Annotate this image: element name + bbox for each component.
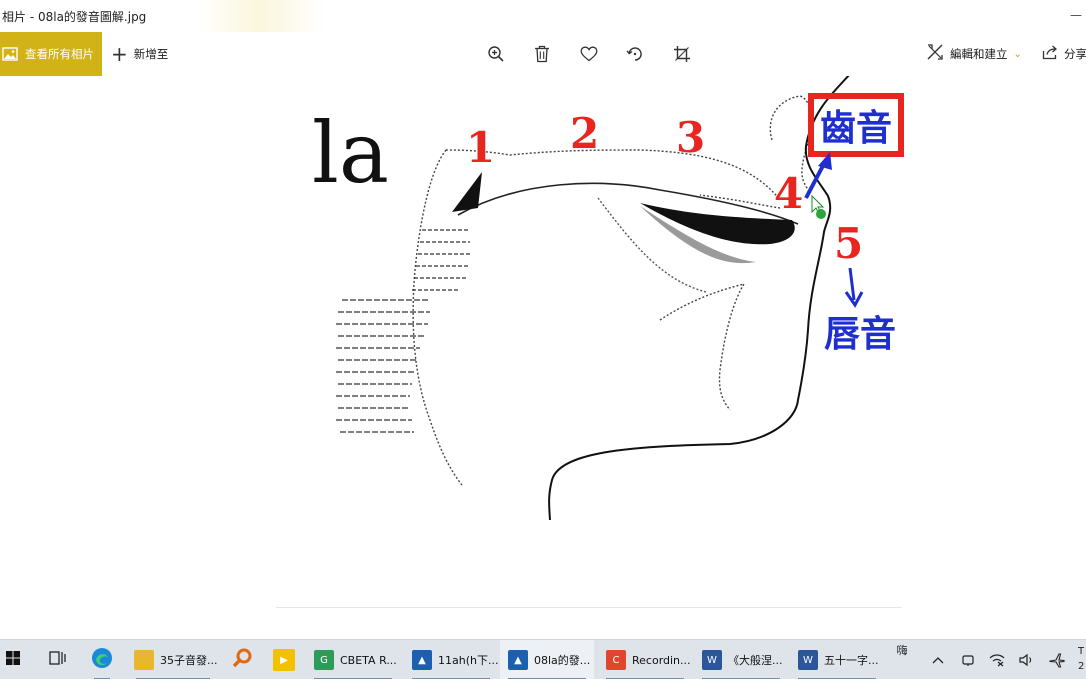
task-view-icon	[48, 650, 66, 670]
trash-icon[interactable]	[531, 43, 553, 65]
folder-icon	[134, 650, 154, 670]
start-button[interactable]	[0, 640, 26, 679]
mouse-cursor-icon	[811, 194, 826, 219]
share-icon	[1042, 44, 1058, 64]
filmstrip-divider	[276, 607, 902, 608]
taskbar-folder-label: 35子音發...	[160, 654, 218, 667]
marker-2: 2	[570, 109, 599, 158]
plus-icon: +	[111, 42, 128, 66]
taskbar-photos-11ah-label: 11ah(h下...	[438, 654, 499, 667]
taskbar-photos-08la-label: 08la的發...	[534, 654, 591, 667]
taskbar: 35子音發... ▶ G CBETA R... ▲ 11ah(h下... ▲ 0…	[0, 639, 1086, 679]
marker-1: 1	[466, 123, 495, 172]
word-icon: W	[702, 650, 722, 670]
marker-4: 4	[774, 169, 803, 218]
share-button[interactable]: 分享	[1042, 44, 1086, 64]
zoom-in-icon[interactable]	[485, 43, 507, 65]
system-clock[interactable]: T 2	[1078, 644, 1086, 674]
network-disconnected-icon[interactable]	[986, 640, 1008, 679]
clock-date: 2	[1078, 661, 1085, 672]
labial-arrow-line	[848, 267, 856, 301]
clock-time: T	[1078, 646, 1085, 657]
volume-icon[interactable]	[1016, 640, 1038, 679]
crop-icon[interactable]	[671, 43, 693, 65]
search-magnifier-icon	[231, 647, 253, 673]
player-icon: ▶	[273, 649, 295, 671]
edit-tools-icon	[926, 43, 944, 65]
windows-start-icon	[5, 650, 21, 670]
taskbar-cbeta-label: CBETA R...	[340, 653, 397, 667]
nasal-cavity-outline	[445, 149, 781, 201]
view-all-photos-button[interactable]: 查看所有相片	[0, 32, 102, 76]
word-icon: W	[798, 650, 818, 670]
marker-5: 5	[834, 219, 863, 268]
airplane-mode-icon[interactable]	[1046, 640, 1068, 679]
taskbar-player[interactable]: ▶	[268, 640, 300, 679]
share-label: 分享	[1064, 47, 1086, 61]
recorder-icon: C	[606, 650, 626, 670]
task-view-button[interactable]	[44, 640, 70, 679]
chevron-down-icon: ⌄	[1013, 48, 1022, 60]
taskbar-word-1[interactable]: W 《大般涅...	[694, 640, 788, 679]
dental-label: 齒音	[820, 107, 892, 149]
add-to-label: 新增至	[133, 47, 169, 61]
taskbar-word-2[interactable]: W 五十一字...	[790, 640, 884, 679]
lower-jaw-outline	[659, 282, 746, 411]
rotate-icon[interactable]	[624, 43, 646, 65]
velum-hatching	[412, 229, 470, 291]
taskbar-folder[interactable]: 35子音發...	[128, 640, 218, 679]
throat-hatching	[336, 299, 430, 433]
ime-indicator[interactable]: 嗨	[890, 640, 914, 679]
chevron-up-icon[interactable]	[928, 640, 948, 679]
view-all-photos-label: 查看所有相片	[25, 47, 94, 61]
syllable-text: la	[312, 104, 389, 202]
picture-icon	[2, 47, 18, 61]
labial-label: 唇音	[824, 313, 896, 355]
add-to-button[interactable]: + 新增至	[111, 44, 168, 64]
minimize-button[interactable]: —	[1070, 8, 1082, 22]
edit-and-create-button[interactable]: 編輯和建立 ⌄	[926, 44, 1022, 64]
meet-now-icon[interactable]	[958, 640, 978, 679]
taskbar-word-1-label: 《大般涅...	[728, 654, 783, 667]
photo-viewer[interactable]: la 1 2 3 4 5 齒音 唇音	[0, 76, 1086, 638]
taskbar-recorder-label: Recordin...	[632, 653, 691, 667]
taskbar-word-2-label: 五十一字...	[824, 654, 879, 667]
title-bar: 相片 - 08la的發音圖解.jpg —	[0, 0, 1086, 32]
pronunciation-diagram: la 1 2 3 4 5 齒音 唇音	[312, 76, 904, 521]
taskbar-cbeta[interactable]: G CBETA R...	[306, 640, 400, 679]
edge-browser-icon	[91, 647, 113, 673]
taskbar-search[interactable]	[226, 640, 258, 679]
photos-icon: ▲	[412, 650, 432, 670]
velum-marker	[452, 172, 482, 212]
marker-3: 3	[676, 113, 705, 162]
taskbar-edge[interactable]	[86, 640, 118, 679]
cbeta-icon: G	[314, 650, 334, 670]
photos-icon: ▲	[508, 650, 528, 670]
taskbar-photos-08la[interactable]: ▲ 08la的發...	[500, 640, 594, 679]
taskbar-photos-11ah[interactable]: ▲ 11ah(h下...	[404, 640, 498, 679]
window-title: 相片 - 08la的發音圖解.jpg	[2, 10, 147, 24]
pharynx-back-wall	[412, 149, 463, 486]
photo-toolbar: 查看所有相片 + 新增至 編輯和建立 ⌄ 分享	[0, 32, 1086, 76]
edit-and-create-label: 編輯和建立	[950, 47, 1008, 61]
heart-icon[interactable]	[578, 43, 600, 65]
taskbar-recorder[interactable]: C Recordin...	[598, 640, 692, 679]
